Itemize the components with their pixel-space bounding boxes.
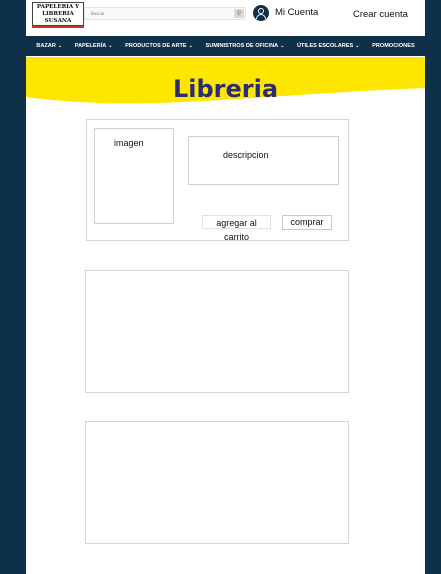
product-image-label: imagen bbox=[114, 138, 144, 148]
account-link[interactable]: Mi Cuenta bbox=[275, 7, 318, 18]
nav-item-papeleria[interactable]: PAPELERÍA ⌄ bbox=[75, 43, 113, 49]
chevron-down-icon: ⌄ bbox=[188, 43, 193, 49]
chevron-down-icon: ⌄ bbox=[57, 43, 63, 49]
nav-item-label: BAZAR bbox=[36, 43, 56, 49]
search-button[interactable]: ⚲ bbox=[234, 9, 244, 18]
product-description-label: descripcion bbox=[223, 150, 269, 160]
nav-item-label: PAPELERÍA bbox=[74, 43, 107, 49]
add-to-cart-button[interactable]: agregar al carrito bbox=[202, 215, 271, 242]
logo-line-3: SUSANA bbox=[44, 18, 72, 24]
user-icon-body bbox=[256, 14, 266, 19]
create-account-link[interactable]: Crear cuenta bbox=[353, 9, 408, 20]
logo-line-2: LIBRERIA bbox=[42, 11, 74, 17]
nav-item-utiles-escolares[interactable]: ÚTILES ESCOLARES ⌄ bbox=[297, 43, 359, 49]
store-logo[interactable]: PAPELERIA Y LIBRERIA SUSANA bbox=[32, 2, 84, 26]
nav-item-productos-de-arte[interactable]: PRODUCTOS DE ARTE ⌄ bbox=[125, 43, 193, 49]
product-description-box bbox=[188, 136, 339, 185]
search-box: ⚲ bbox=[84, 7, 246, 20]
nav-item-label: PROMOCIONES bbox=[372, 43, 415, 49]
search-input[interactable] bbox=[87, 8, 235, 19]
nav-item-suministros-de-oficina[interactable]: SUMINISTROS DE OFICINA ⌄ bbox=[205, 43, 284, 49]
nav-item-label: PRODUCTOS DE ARTE bbox=[125, 43, 187, 49]
user-circle-icon[interactable] bbox=[253, 5, 269, 21]
nav-item-label: SUMINISTROS DE OFICINA bbox=[205, 43, 279, 49]
main-nav: BAZAR ⌄ PAPELERÍA ⌄ PRODUCTOS DE ARTE ⌄ SUM… bbox=[26, 36, 425, 56]
buy-button[interactable]: comprar bbox=[282, 215, 332, 230]
page-title: Libreria bbox=[172, 75, 279, 103]
search-icon: ⚲ bbox=[236, 10, 242, 17]
header: PAPELERIA Y LIBRERIA SUSANA ⚲ Mi Cuenta … bbox=[26, 0, 425, 34]
chevron-down-icon: ⌄ bbox=[108, 43, 113, 49]
nav-item-promociones[interactable]: PROMOCIONES bbox=[372, 43, 415, 49]
page: PAPELERIA Y LIBRERIA SUSANA ⚲ Mi Cuenta … bbox=[26, 0, 425, 574]
logo-underline bbox=[32, 26, 84, 28]
nav-item-label: ÚTILES ESCOLARES bbox=[297, 43, 354, 49]
nav-item-bazar[interactable]: BAZAR ⌄ bbox=[36, 43, 62, 49]
product-card-placeholder bbox=[85, 270, 349, 393]
chevron-down-icon: ⌄ bbox=[280, 43, 285, 49]
chevron-down-icon: ⌄ bbox=[355, 43, 360, 49]
product-card-placeholder bbox=[85, 421, 349, 544]
logo-line-1: PAPELERIA Y bbox=[36, 4, 80, 10]
